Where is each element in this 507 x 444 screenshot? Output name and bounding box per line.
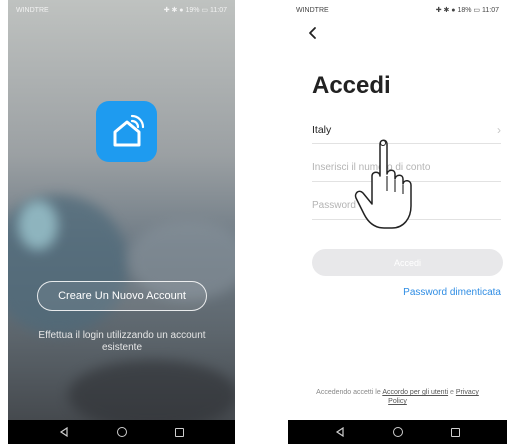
home-icon[interactable] [114, 424, 130, 440]
app-logo [96, 101, 157, 162]
home-icon[interactable] [390, 424, 406, 440]
login-existing-account-link[interactable]: Effettua il login utilizzando un account… [28, 330, 216, 354]
chevron-right-icon: › [497, 122, 501, 137]
recents-icon[interactable] [172, 424, 188, 440]
status-bar: WINDTRE ✚ ✱ ● 19% ▭ 11:07 [8, 0, 235, 20]
background-blur [18, 200, 58, 250]
status-indicators: ✚ ✱ ● 18% ▭ 11:07 [435, 7, 499, 14]
terms-prefix: Accedendo accetti le [316, 389, 383, 396]
back-icon[interactable] [56, 424, 72, 440]
terms-notice: Accedendo accetti le Accordo per gli ute… [288, 388, 507, 406]
forgot-password-link[interactable]: Password dimenticata [403, 287, 501, 298]
navigation-bar [288, 420, 507, 444]
user-agreement-link[interactable]: Accordo per gli utenti [382, 389, 448, 396]
privacy-policy-link-cont[interactable]: Policy [388, 398, 407, 405]
smart-home-icon [113, 114, 144, 146]
pointing-hand-icon [354, 139, 412, 229]
status-bar: WINDTRE ✚ ✱ ● 18% ▭ 11:07 [288, 0, 507, 20]
country-value: Italy [312, 123, 332, 136]
status-indicators: ✚ ✱ ● 19% ▭ 11:07 [163, 7, 227, 14]
page-title: Accedi [312, 72, 391, 99]
create-account-button[interactable]: Creare Un Nuovo Account [37, 281, 207, 311]
back-arrow-icon[interactable] [306, 26, 320, 40]
login-screen: WINDTRE ✚ ✱ ● 18% ▭ 11:07 Accedi Italy ›… [288, 0, 507, 444]
back-icon[interactable] [332, 424, 348, 440]
terms-mid: e [448, 389, 456, 396]
splash-screen: WINDTRE ✚ ✱ ● 19% ▭ 11:07 Creare Un Nuov… [8, 0, 235, 444]
carrier-label: WINDTRE [16, 6, 49, 14]
carrier-label: WINDTRE [296, 6, 329, 14]
privacy-policy-link[interactable]: Privacy [456, 389, 479, 396]
recents-icon[interactable] [448, 424, 464, 440]
navigation-bar [8, 420, 235, 444]
login-button[interactable]: Accedi [312, 249, 503, 276]
screenshot-canvas: WINDTRE ✚ ✱ ● 19% ▭ 11:07 Creare Un Nuov… [0, 0, 507, 444]
